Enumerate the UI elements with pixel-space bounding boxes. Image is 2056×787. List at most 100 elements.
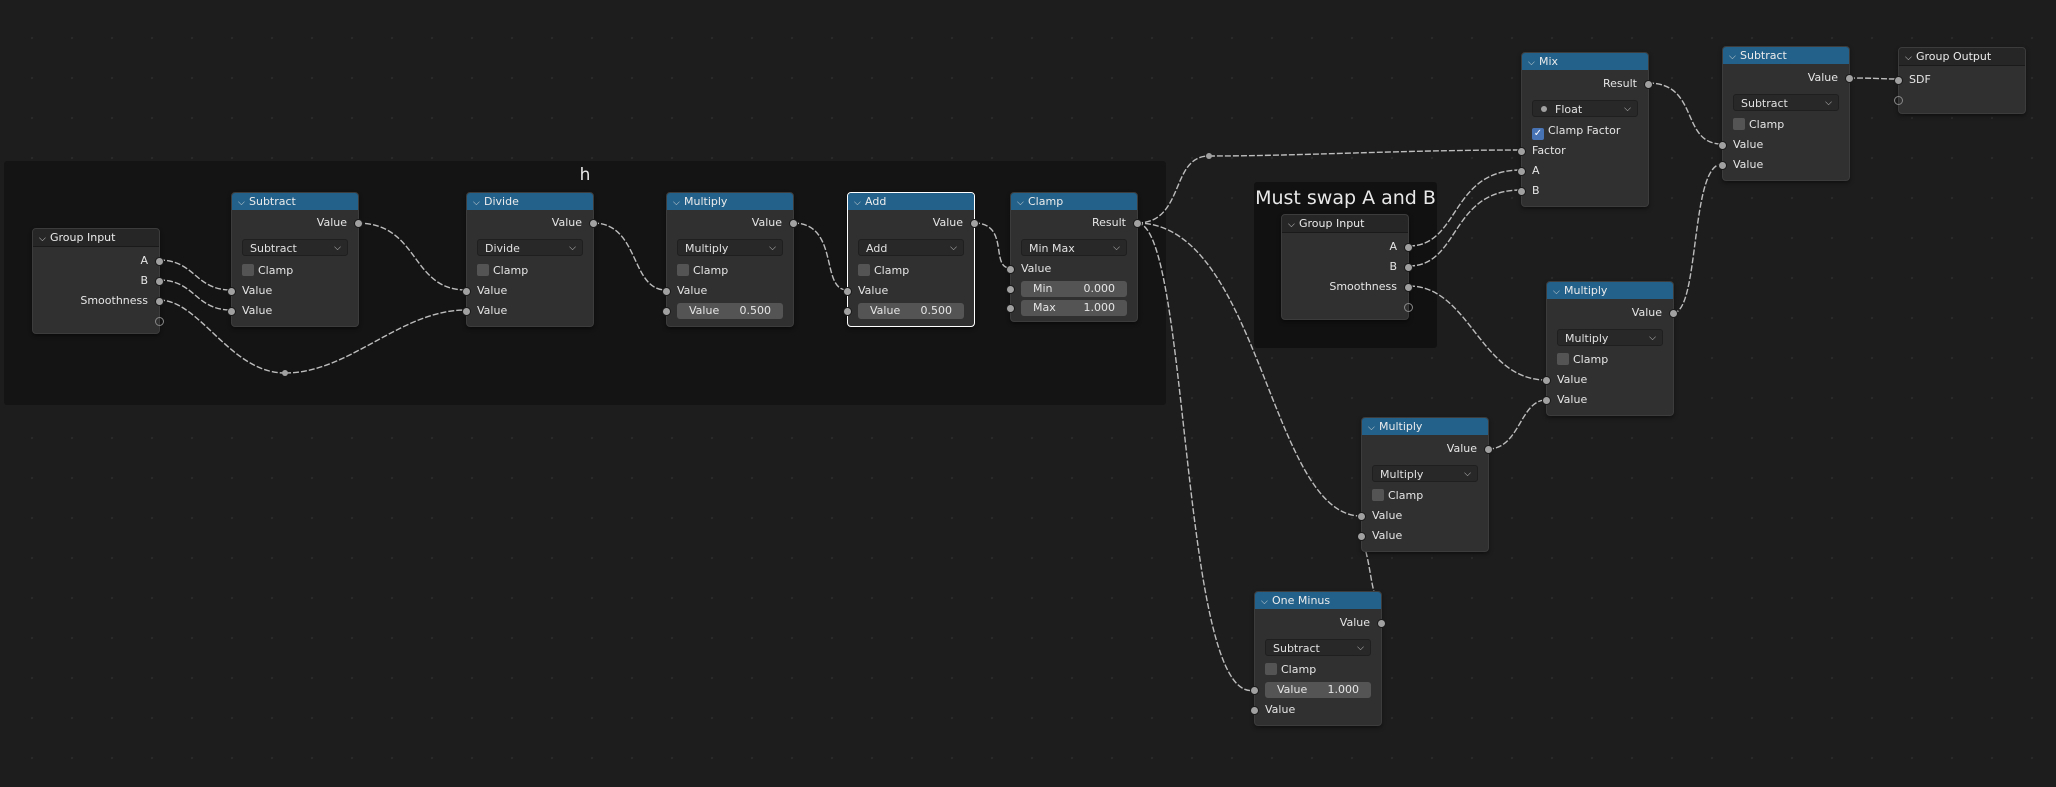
input-socket-value[interactable] [227, 307, 236, 316]
operation-dropdown[interactable]: Divide ⌵ [477, 239, 583, 256]
input-socket-value[interactable] [1718, 161, 1727, 170]
input-socket-virtual[interactable] [1894, 96, 1903, 105]
chevron-down-icon[interactable]: ⌵ [238, 195, 249, 212]
input-socket-value[interactable] [662, 307, 671, 316]
value-field[interactable]: Value 0.500 [858, 303, 964, 319]
clamp-checkbox[interactable]: Clamp [1265, 662, 1316, 678]
checkbox-box[interactable] [858, 264, 870, 276]
node-subtract[interactable]: ⌵ Subtract Value Subtract ⌵ Clamp Value Va… [227, 192, 363, 327]
checkbox-box[interactable] [1733, 118, 1745, 130]
input-socket-value[interactable] [1250, 706, 1259, 715]
checkbox-box[interactable] [1372, 489, 1384, 501]
checkbox-box[interactable] [1265, 663, 1277, 675]
output-socket-result[interactable] [1644, 80, 1653, 89]
checkmark-icon[interactable]: ✓ [1532, 128, 1544, 140]
operation-dropdown[interactable]: Subtract ⌵ [1733, 94, 1839, 111]
node-clamp[interactable]: ⌵ Clamp Result Min Max ⌵ Value Min 0.000 M… [1006, 192, 1142, 322]
chevron-down-icon[interactable]: ⌵ [673, 195, 684, 212]
input-socket-value[interactable] [1250, 686, 1259, 695]
output-socket-virtual[interactable] [1404, 303, 1413, 312]
clamp-checkbox[interactable]: Clamp [858, 263, 909, 279]
operation-dropdown[interactable]: Multiply ⌵ [1372, 465, 1478, 482]
clamp-type-dropdown[interactable]: Min Max ⌵ [1021, 239, 1127, 256]
node-mix[interactable]: ⌵ Mix Result Float ⌵ ✓ Clamp Factor Factor … [1517, 52, 1653, 207]
value-field[interactable]: Value 0.500 [677, 303, 783, 319]
node-group-input[interactable]: ⌵ Group Input A B Smoothness [32, 228, 164, 334]
node-header[interactable]: ⌵ Divide [467, 193, 593, 210]
input-socket-value[interactable] [227, 287, 236, 296]
chevron-down-icon[interactable]: ⌵ [1288, 217, 1299, 234]
node-header[interactable]: ⌵ Subtract [1723, 47, 1849, 64]
clamp-checkbox[interactable]: Clamp [477, 263, 528, 279]
node-subtract[interactable]: ⌵ Subtract Value Subtract ⌵ Clamp Value Va… [1718, 46, 1854, 181]
chevron-down-icon[interactable]: ⌵ [1729, 49, 1740, 66]
input-socket-a[interactable] [1517, 167, 1526, 176]
output-socket-value[interactable] [1669, 309, 1678, 318]
output-socket-virtual[interactable] [155, 317, 164, 326]
node-header[interactable]: ⌵ Group Input [1282, 215, 1408, 233]
checkbox-box[interactable] [242, 264, 254, 276]
clamp-checkbox[interactable]: Clamp [1733, 117, 1784, 133]
node-one-minus[interactable]: ⌵ One Minus Value Subtract ⌵ Clamp Value 1… [1250, 591, 1386, 726]
node-multiply[interactable]: ⌵ Multiply Value Multiply ⌵ Clamp Value Va… [1357, 417, 1493, 552]
output-socket-value[interactable] [970, 219, 979, 228]
input-socket-factor[interactable] [1517, 147, 1526, 156]
checkbox-box[interactable] [477, 264, 489, 276]
node-header[interactable]: ⌵ Subtract [232, 193, 358, 210]
operation-dropdown[interactable]: Subtract ⌵ [1265, 639, 1371, 656]
node-header[interactable]: ⌵ Group Output [1899, 48, 2025, 66]
output-socket-value[interactable] [789, 219, 798, 228]
chevron-down-icon[interactable]: ⌵ [1261, 594, 1272, 611]
chevron-down-icon[interactable]: ⌵ [1905, 50, 1916, 67]
node-group-input[interactable]: ⌵ Group Input A B Smoothness [1281, 214, 1413, 320]
chevron-down-icon[interactable]: ⌵ [1528, 55, 1539, 72]
output-socket-smoothness[interactable] [155, 297, 164, 306]
input-socket-min[interactable] [1006, 285, 1015, 294]
node-header[interactable]: ⌵ Clamp [1011, 193, 1137, 210]
max-field[interactable]: Max 1.000 [1021, 300, 1127, 316]
input-socket-value[interactable] [1357, 512, 1366, 521]
input-socket-value[interactable] [843, 287, 852, 296]
input-socket-value[interactable] [1357, 532, 1366, 541]
input-socket-max[interactable] [1006, 304, 1015, 313]
node-header[interactable]: ⌵ One Minus [1255, 592, 1381, 609]
chevron-down-icon[interactable]: ⌵ [1553, 284, 1564, 301]
min-field[interactable]: Min 0.000 [1021, 281, 1127, 297]
operation-dropdown[interactable]: Subtract ⌵ [242, 239, 348, 256]
chevron-down-icon[interactable]: ⌵ [854, 195, 865, 212]
input-socket-value[interactable] [1006, 265, 1015, 274]
input-socket-value[interactable] [462, 287, 471, 296]
input-socket-b[interactable] [1517, 187, 1526, 196]
input-socket-value[interactable] [662, 287, 671, 296]
clamp-checkbox[interactable]: Clamp [1372, 488, 1423, 504]
clamp-factor-checkbox[interactable]: ✓ Clamp Factor [1532, 123, 1620, 140]
output-socket-b[interactable] [155, 277, 164, 286]
node-header[interactable]: ⌵ Mix [1522, 53, 1648, 70]
input-socket-value[interactable] [1542, 376, 1551, 385]
operation-dropdown[interactable]: Multiply ⌵ [677, 239, 783, 256]
output-socket-value[interactable] [1484, 445, 1493, 454]
output-socket-value[interactable] [589, 219, 598, 228]
clamp-checkbox[interactable]: Clamp [242, 263, 293, 279]
output-socket-value[interactable] [354, 219, 363, 228]
output-socket-a[interactable] [155, 257, 164, 266]
node-header[interactable]: ⌵ Multiply [1547, 282, 1673, 299]
input-socket-value[interactable] [1542, 396, 1551, 405]
value-field[interactable]: Value 1.000 [1265, 682, 1371, 698]
output-socket-value[interactable] [1377, 619, 1386, 628]
node-divide[interactable]: ⌵ Divide Value Divide ⌵ Clamp Value Value [462, 192, 598, 327]
data-type-dropdown[interactable]: Float ⌵ [1532, 100, 1638, 117]
clamp-checkbox[interactable]: Clamp [677, 263, 728, 279]
input-socket-value[interactable] [462, 307, 471, 316]
node-header[interactable]: ⌵ Group Input [33, 229, 159, 247]
chevron-down-icon[interactable]: ⌵ [473, 195, 484, 212]
node-header[interactable]: ⌵ Add [848, 193, 974, 210]
output-socket-a[interactable] [1404, 243, 1413, 252]
checkbox-box[interactable] [677, 264, 689, 276]
node-header[interactable]: ⌵ Multiply [1362, 418, 1488, 435]
output-socket-value[interactable] [1845, 74, 1854, 83]
node-group-output[interactable]: ⌵ Group Output SDF [1894, 47, 2026, 114]
node-header[interactable]: ⌵ Multiply [667, 193, 793, 210]
operation-dropdown[interactable]: Multiply ⌵ [1557, 329, 1663, 346]
node-add[interactable]: ⌵ Add Value Add ⌵ Clamp Value Value 0.500 [843, 192, 979, 327]
